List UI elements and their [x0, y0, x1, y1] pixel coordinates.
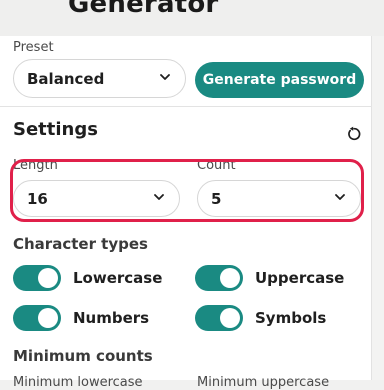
minimum-counts-heading: Minimum counts: [13, 347, 153, 365]
settings-title: Settings: [13, 119, 98, 140]
settings-highlight: [10, 159, 364, 222]
preset-label: Preset: [13, 40, 54, 55]
preset-value: Balanced: [27, 69, 105, 88]
preset-select[interactable]: Balanced: [13, 59, 186, 98]
uppercase-toggle[interactable]: [195, 265, 243, 291]
symbols-label: Symbols: [255, 309, 327, 327]
lowercase-toggle[interactable]: [13, 265, 61, 291]
divider: [0, 106, 372, 107]
character-types-heading: Character types: [13, 235, 148, 253]
numbers-toggle[interactable]: [13, 305, 61, 331]
toggle-knob: [38, 308, 58, 328]
toggle-knob: [220, 268, 240, 288]
app-title: Generator: [68, 0, 219, 19]
lowercase-label: Lowercase: [73, 269, 163, 287]
app-header: Generator: [0, 0, 384, 36]
toggle-knob: [220, 308, 240, 328]
generate-password-button[interactable]: Generate password: [195, 62, 364, 98]
minimum-lowercase-label: Minimum lowercase: [13, 375, 143, 390]
symbols-toggle[interactable]: [195, 305, 243, 331]
toggle-knob: [38, 268, 58, 288]
background-strip: [372, 36, 384, 380]
uppercase-label: Uppercase: [255, 269, 345, 287]
numbers-label: Numbers: [73, 309, 150, 327]
reset-icon[interactable]: [346, 126, 362, 142]
chevron-down-icon: [160, 73, 170, 80]
minimum-uppercase-label: Minimum uppercase: [197, 375, 330, 390]
